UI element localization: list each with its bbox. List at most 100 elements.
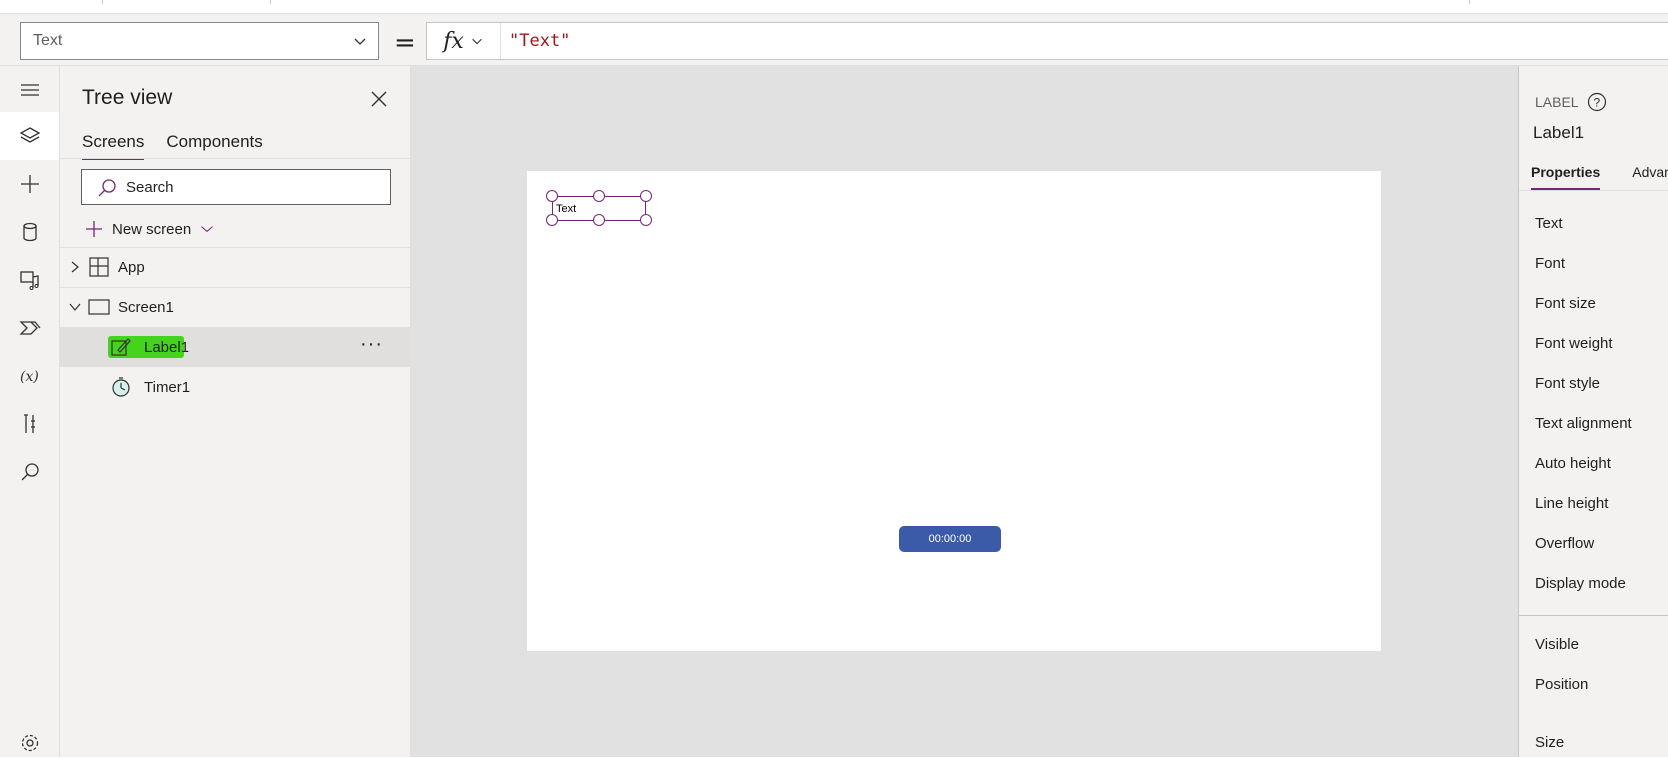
layers-icon bbox=[19, 127, 40, 143]
chevron-right-icon[interactable] bbox=[68, 260, 82, 274]
property-dropdown-value: Text bbox=[33, 32, 63, 49]
control-type: LABEL ? bbox=[1535, 92, 1607, 112]
canvas-area: Text 00:00:00 bbox=[411, 66, 1518, 757]
tree-node-app[interactable]: App bbox=[60, 247, 411, 287]
property-text-alignment[interactable]: Text alignment bbox=[1535, 415, 1632, 432]
timer-text: 00:00:00 bbox=[928, 533, 972, 545]
properties-panel: LABEL ? Label1 Properties Advan Text Fon… bbox=[1518, 66, 1668, 757]
formula-bar: Text = fx "Text" bbox=[0, 14, 1668, 66]
screen-icon bbox=[88, 299, 110, 315]
tree-node-screen1[interactable]: Screen1 bbox=[60, 287, 411, 327]
tree-tabs: Screens Components bbox=[82, 132, 263, 160]
tree-node-label1[interactable]: Label1 ··· bbox=[60, 327, 411, 367]
tree-node-label: Label1 bbox=[144, 339, 190, 356]
tree-view-button[interactable] bbox=[0, 112, 59, 160]
formula-text[interactable]: "Text" bbox=[509, 31, 570, 51]
svg-text:?: ? bbox=[1593, 96, 1600, 110]
resize-handle[interactable] bbox=[546, 190, 558, 202]
toolbar-separator bbox=[270, 0, 271, 4]
resize-handle[interactable] bbox=[593, 190, 605, 202]
settings-button[interactable] bbox=[0, 728, 59, 758]
help-icon[interactable]: ? bbox=[1587, 92, 1607, 112]
toolbar-separator bbox=[102, 0, 103, 4]
plus-icon bbox=[86, 221, 102, 237]
more-options-icon[interactable]: ··· bbox=[360, 333, 383, 356]
tree-view-title: Tree view bbox=[82, 86, 173, 109]
equals-sign: = bbox=[394, 28, 416, 58]
property-dropdown[interactable]: Text bbox=[20, 22, 379, 60]
tree-node-timer1[interactable]: Timer1 bbox=[60, 367, 411, 407]
toolbar-separator bbox=[1469, 0, 1470, 4]
hamburger-menu-button[interactable] bbox=[0, 66, 59, 114]
tools-icon bbox=[23, 414, 35, 433]
hamburger-icon bbox=[20, 84, 39, 96]
new-screen-label: New screen bbox=[112, 220, 192, 238]
close-icon[interactable] bbox=[368, 88, 390, 110]
resize-handle[interactable] bbox=[546, 214, 558, 226]
fx-icon: fx bbox=[443, 28, 464, 54]
property-line-height[interactable]: Line height bbox=[1535, 495, 1608, 512]
search-input[interactable]: Search bbox=[81, 169, 391, 205]
chevron-down-icon bbox=[472, 38, 482, 45]
property-size[interactable]: Size bbox=[1535, 734, 1564, 751]
property-display-mode[interactable]: Display mode bbox=[1535, 575, 1626, 592]
chevron-down-icon bbox=[201, 226, 214, 233]
left-rail: (x) bbox=[0, 66, 60, 757]
property-font-style[interactable]: Font style bbox=[1535, 375, 1600, 392]
tree-node-label: Screen1 bbox=[118, 299, 174, 316]
search-button[interactable] bbox=[0, 448, 59, 496]
tree-view-panel: Tree view Screens Components Search New … bbox=[60, 66, 411, 757]
property-text[interactable]: Text bbox=[1535, 215, 1563, 232]
database-icon bbox=[22, 222, 37, 242]
app-icon bbox=[89, 257, 109, 277]
divider bbox=[1519, 190, 1668, 191]
property-overflow[interactable]: Overflow bbox=[1535, 535, 1594, 552]
divider bbox=[60, 158, 411, 159]
tab-components[interactable]: Components bbox=[166, 132, 262, 160]
new-screen-button[interactable]: New screen bbox=[84, 216, 215, 242]
timer-icon bbox=[112, 377, 130, 397]
variables-icon: (x) bbox=[20, 369, 39, 385]
tree-node-label: Timer1 bbox=[144, 379, 191, 396]
plus-icon bbox=[20, 175, 39, 193]
property-position[interactable]: Position bbox=[1535, 676, 1588, 693]
tab-advanced[interactable]: Advan bbox=[1632, 164, 1668, 190]
search-icon bbox=[98, 179, 116, 197]
data-button[interactable] bbox=[0, 208, 59, 256]
screen-canvas[interactable]: Text 00:00:00 bbox=[527, 171, 1381, 651]
tab-screens[interactable]: Screens bbox=[82, 132, 145, 160]
formula-input[interactable]: fx "Text" bbox=[426, 22, 1668, 60]
control-type-label: LABEL bbox=[1535, 94, 1579, 110]
chevron-down-icon[interactable] bbox=[68, 300, 82, 314]
divider bbox=[1519, 615, 1668, 616]
resize-handle[interactable] bbox=[640, 214, 652, 226]
svg-text:(x): (x) bbox=[20, 369, 39, 385]
power-automate-icon bbox=[18, 321, 40, 335]
gear-icon bbox=[21, 734, 38, 752]
search-icon bbox=[21, 463, 39, 481]
search-placeholder: Search bbox=[126, 178, 174, 196]
resize-handle[interactable] bbox=[593, 214, 605, 226]
chevron-down-icon bbox=[354, 38, 366, 45]
label-edit-icon bbox=[111, 338, 131, 356]
media-button[interactable] bbox=[0, 256, 59, 304]
label-control-text: Text bbox=[556, 203, 577, 215]
property-font-weight[interactable]: Font weight bbox=[1535, 335, 1613, 352]
tree-node-label: App bbox=[118, 259, 145, 276]
resize-handle[interactable] bbox=[640, 190, 652, 202]
insert-button[interactable] bbox=[0, 160, 59, 208]
advanced-tools-button[interactable] bbox=[0, 400, 59, 448]
control-name[interactable]: Label1 bbox=[1533, 123, 1584, 143]
timer-control[interactable]: 00:00:00 bbox=[899, 526, 1001, 552]
fx-button[interactable]: fx bbox=[427, 23, 501, 59]
property-visible[interactable]: Visible bbox=[1535, 636, 1579, 653]
top-toolbar-strip bbox=[0, 0, 1668, 14]
tab-properties[interactable]: Properties bbox=[1531, 164, 1601, 190]
property-auto-height[interactable]: Auto height bbox=[1535, 455, 1611, 472]
property-font-size[interactable]: Font size bbox=[1535, 295, 1596, 312]
property-font[interactable]: Font bbox=[1535, 255, 1565, 272]
media-icon bbox=[19, 271, 39, 290]
properties-tabs: Properties Advan bbox=[1531, 164, 1668, 190]
power-automate-button[interactable] bbox=[0, 304, 59, 352]
variables-button[interactable]: (x) bbox=[0, 352, 59, 400]
